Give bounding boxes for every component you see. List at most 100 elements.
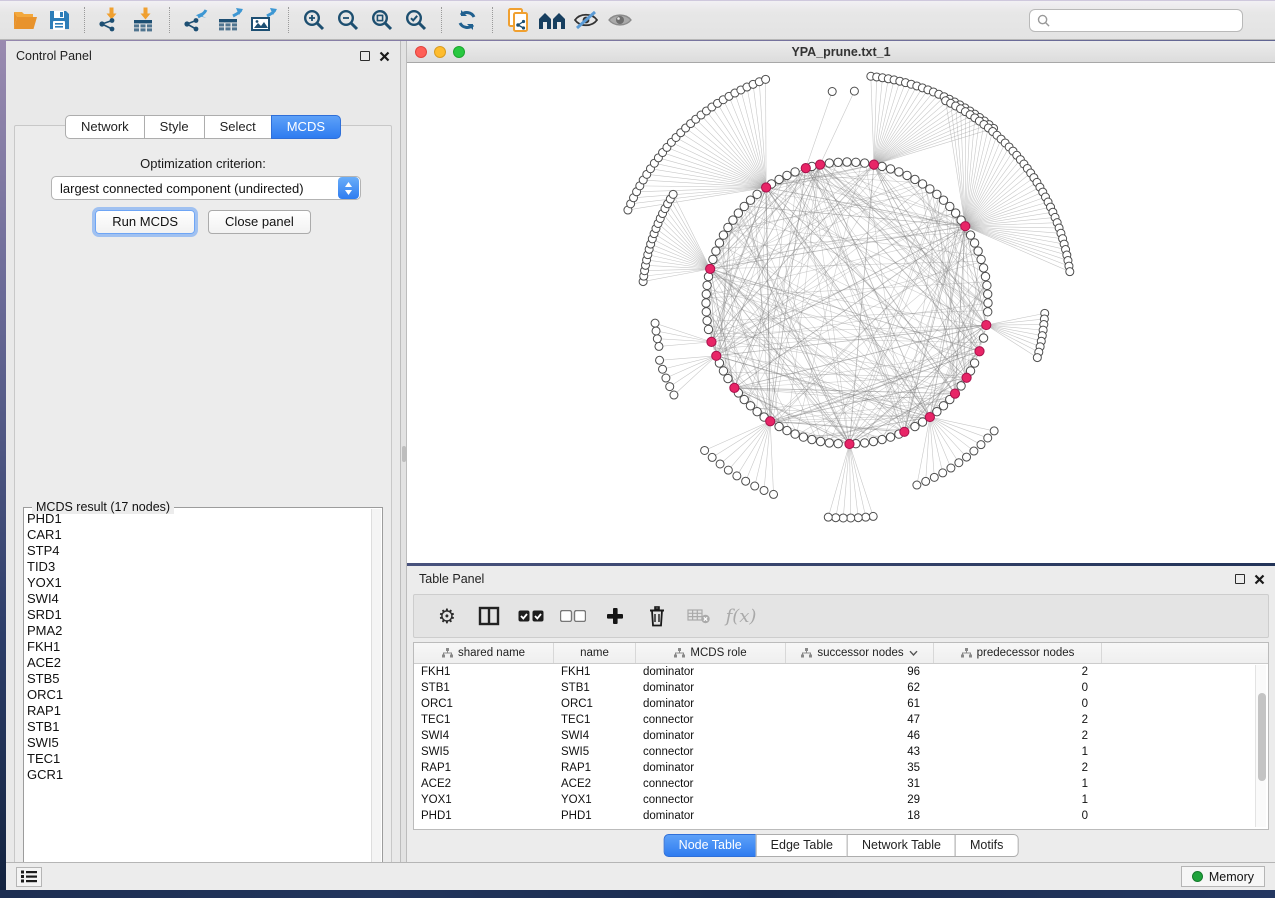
table-row[interactable]: YOX1YOX1connector291 — [414, 792, 1268, 808]
tab-motifs[interactable]: Motifs — [955, 834, 1018, 857]
select-all-icon[interactable] — [512, 601, 550, 631]
show-all-icon[interactable] — [603, 5, 637, 35]
mcds-result-item[interactable]: TID3 — [27, 559, 370, 575]
tab-network[interactable]: Network — [65, 115, 145, 139]
table-cell: connector — [636, 714, 786, 726]
tab-node-table[interactable]: Node Table — [664, 834, 757, 857]
table-scrollbar-thumb[interactable] — [1258, 693, 1266, 781]
column-header-name[interactable]: name — [554, 643, 636, 663]
zoom-out-icon[interactable] — [331, 5, 365, 35]
table-scrollbar[interactable] — [1255, 665, 1266, 827]
memory-label: Memory — [1209, 870, 1254, 884]
mcds-result-item[interactable]: STP4 — [27, 543, 370, 559]
table-cell: 2 — [934, 730, 1102, 742]
table-cell: FKH1 — [554, 666, 636, 678]
zoom-selected-icon[interactable] — [399, 5, 433, 35]
search-field[interactable] — [1029, 9, 1243, 32]
vertical-splitter[interactable] — [400, 41, 407, 862]
close-panel-icon[interactable] — [379, 51, 390, 62]
mcds-result-list[interactable]: PHD1CAR1STP4TID3YOX1SWI4SRD1PMA2FKH1ACE2… — [27, 511, 370, 875]
delete-column-icon[interactable] — [638, 601, 676, 631]
show-panels-button[interactable] — [16, 867, 42, 887]
table-row[interactable]: RAP1RAP1dominator352 — [414, 760, 1268, 776]
gear-icon[interactable]: ⚙ — [428, 601, 466, 631]
table-cell: ORC1 — [414, 698, 554, 710]
mcds-result-scrollbar[interactable] — [371, 509, 381, 877]
table-cell: RAP1 — [414, 762, 554, 774]
tab-edge-table[interactable]: Edge Table — [756, 834, 848, 857]
table-cell: 29 — [786, 794, 934, 806]
network-graph[interactable] — [407, 63, 1275, 563]
close-panel-button[interactable]: Close panel — [208, 210, 311, 234]
hide-selected-icon[interactable] — [569, 5, 603, 35]
import-network-icon[interactable] — [93, 5, 127, 35]
first-neighbors-icon[interactable] — [535, 5, 569, 35]
search-input[interactable] — [1055, 14, 1235, 28]
tab-style[interactable]: Style — [144, 115, 205, 139]
table-row[interactable]: TEC1TEC1connector472 — [414, 712, 1268, 728]
column-header-successor-nodes[interactable]: successor nodes — [786, 643, 934, 663]
sort-chevron-icon — [909, 650, 918, 656]
refresh-icon[interactable] — [450, 5, 484, 35]
mcds-result-box: MCDS result (17 nodes) PHD1CAR1STP4TID3Y… — [23, 507, 383, 879]
float-table-panel-icon[interactable] — [1235, 574, 1245, 584]
mcds-result-item[interactable]: FKH1 — [27, 639, 370, 655]
zoom-fit-icon[interactable] — [365, 5, 399, 35]
table-row[interactable]: ORC1ORC1dominator610 — [414, 696, 1268, 712]
table-row[interactable]: ACE2ACE2connector311 — [414, 776, 1268, 792]
column-header-shared-name[interactable]: shared name — [414, 643, 554, 663]
table-row[interactable]: FKH1FKH1dominator962 — [414, 664, 1268, 680]
table-row[interactable]: STB1STB1dominator620 — [414, 680, 1268, 696]
copy-network-icon[interactable] — [501, 5, 535, 35]
mcds-result-item[interactable]: GCR1 — [27, 767, 370, 783]
mcds-result-item[interactable]: CAR1 — [27, 527, 370, 543]
tab-mcds[interactable]: MCDS — [271, 115, 341, 139]
table-row[interactable]: PHD1PHD1dominator180 — [414, 808, 1268, 824]
mcds-result-item[interactable]: PHD1 — [27, 511, 370, 527]
run-mcds-button[interactable]: Run MCDS — [95, 210, 195, 234]
selected-criterion: largest connected component (undirected) — [52, 181, 338, 196]
table-cell: ACE2 — [414, 778, 554, 790]
export-table-icon[interactable] — [212, 5, 246, 35]
export-image-icon[interactable] — [246, 5, 280, 35]
table-cell: 18 — [786, 810, 934, 822]
memory-button[interactable]: Memory — [1181, 866, 1265, 887]
mcds-result-item[interactable]: RAP1 — [27, 703, 370, 719]
mcds-result-item[interactable]: PMA2 — [27, 623, 370, 639]
close-table-panel-icon[interactable] — [1254, 574, 1265, 585]
network-window-titlebar[interactable]: YPA_prune.txt_1 — [407, 41, 1275, 63]
table-row[interactable]: SWI5SWI5connector431 — [414, 744, 1268, 760]
splitter-grip[interactable] — [402, 446, 406, 462]
add-column-icon[interactable] — [596, 601, 634, 631]
tab-select[interactable]: Select — [204, 115, 272, 139]
function-builder-icon[interactable]: f(x) — [722, 601, 760, 631]
mcds-result-item[interactable]: SWI5 — [27, 735, 370, 751]
column-header-mcds-role[interactable]: MCDS role — [636, 643, 786, 663]
mcds-result-item[interactable]: YOX1 — [27, 575, 370, 591]
attribute-icon — [674, 648, 685, 658]
mcds-result-item[interactable]: TEC1 — [27, 751, 370, 767]
import-table-icon[interactable] — [127, 5, 161, 35]
mcds-result-item[interactable]: ACE2 — [27, 655, 370, 671]
tab-network-table[interactable]: Network Table — [847, 834, 956, 857]
deselect-all-icon[interactable] — [554, 601, 592, 631]
table-cell: 46 — [786, 730, 934, 742]
mcds-result-item[interactable]: STB1 — [27, 719, 370, 735]
table-cell: SWI5 — [554, 746, 636, 758]
mcds-result-item[interactable]: STB5 — [27, 671, 370, 687]
mcds-result-item[interactable]: ORC1 — [27, 687, 370, 703]
toolbar-separator — [441, 7, 442, 33]
optimization-criterion-select[interactable]: largest connected component (undirected) — [51, 176, 361, 200]
mcds-result-item[interactable]: SWI4 — [27, 591, 370, 607]
column-header-predecessor-nodes[interactable]: predecessor nodes — [934, 643, 1102, 663]
table-cell: dominator — [636, 682, 786, 694]
float-panel-icon[interactable] — [360, 51, 370, 61]
open-session-icon[interactable] — [8, 5, 42, 35]
split-view-icon[interactable] — [470, 601, 508, 631]
export-network-icon[interactable] — [178, 5, 212, 35]
delete-table-icon[interactable] — [680, 601, 718, 631]
mcds-result-item[interactable]: SRD1 — [27, 607, 370, 623]
zoom-in-icon[interactable] — [297, 5, 331, 35]
table-row[interactable]: SWI4SWI4dominator462 — [414, 728, 1268, 744]
save-session-icon[interactable] — [42, 5, 76, 35]
